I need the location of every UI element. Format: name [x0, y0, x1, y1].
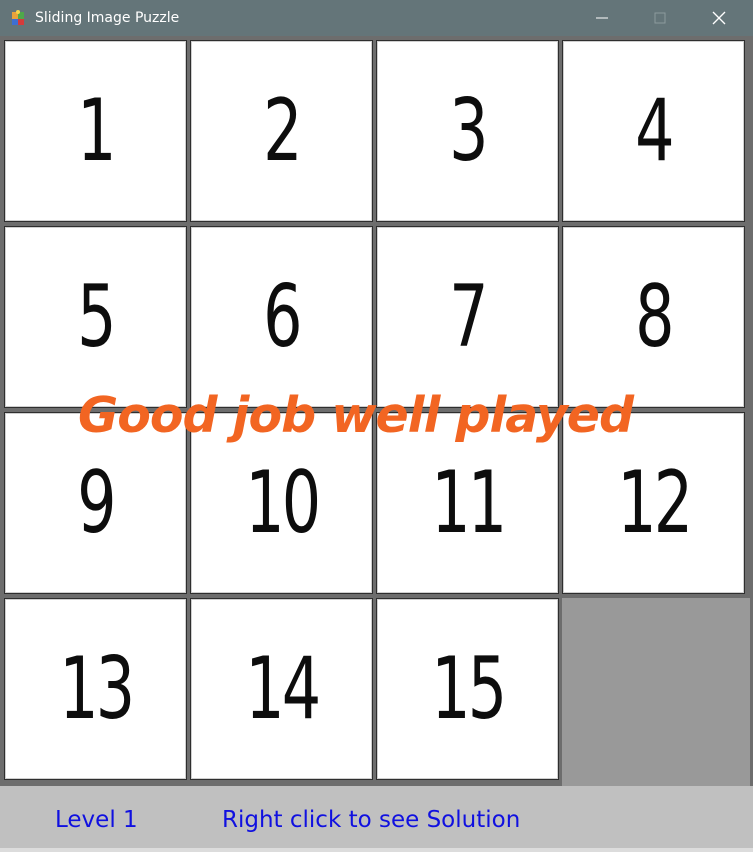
window-title: Sliding Image Puzzle [35, 10, 180, 26]
puzzle-tile[interactable]: 1 [4, 40, 187, 222]
title-bar: Sliding Image Puzzle [0, 0, 753, 36]
solution-hint: Right click to see Solution [222, 807, 521, 833]
tile-number: 1 [77, 81, 116, 181]
tile-number: 8 [635, 267, 674, 367]
window-bottom-edge [0, 848, 753, 852]
minimize-icon [596, 17, 608, 19]
tile-number: 12 [616, 453, 693, 553]
tile-number: 4 [635, 81, 674, 181]
puzzle-tile[interactable]: 14 [190, 598, 373, 780]
puzzle-tile[interactable]: 2 [190, 40, 373, 222]
puzzle-tile[interactable]: 7 [376, 226, 559, 408]
maximize-button[interactable] [637, 0, 683, 36]
close-icon [712, 11, 726, 25]
tile-number: 15 [430, 639, 507, 739]
tile-number: 2 [263, 81, 302, 181]
puzzle-tile[interactable]: 15 [376, 598, 559, 780]
tile-number: 11 [430, 453, 507, 553]
tile-number: 7 [449, 267, 488, 367]
tile-number: 3 [449, 81, 488, 181]
tile-number: 14 [244, 639, 321, 739]
puzzle-tile[interactable]: 13 [4, 598, 187, 780]
puzzle-tile[interactable]: 5 [4, 226, 187, 408]
close-button[interactable] [696, 0, 742, 36]
status-bar: Level 1 Right click to see Solution [0, 786, 753, 848]
tile-number: 6 [263, 267, 302, 367]
puzzle-tile[interactable]: 4 [562, 40, 745, 222]
tile-number: 10 [244, 453, 321, 553]
tile-number: 9 [77, 453, 116, 553]
level-label: Level 1 [55, 807, 138, 833]
puzzle-app-icon [12, 10, 24, 25]
puzzle-tile[interactable]: 6 [190, 226, 373, 408]
win-message: Good job well played [78, 387, 634, 444]
tile-number: 13 [58, 639, 135, 739]
maximize-icon [654, 12, 666, 24]
puzzle-tile[interactable]: 3 [376, 40, 559, 222]
puzzle-tile[interactable]: 8 [562, 226, 745, 408]
minimize-button[interactable] [579, 0, 625, 36]
tile-number: 5 [77, 267, 116, 367]
empty-slot[interactable] [562, 598, 750, 786]
